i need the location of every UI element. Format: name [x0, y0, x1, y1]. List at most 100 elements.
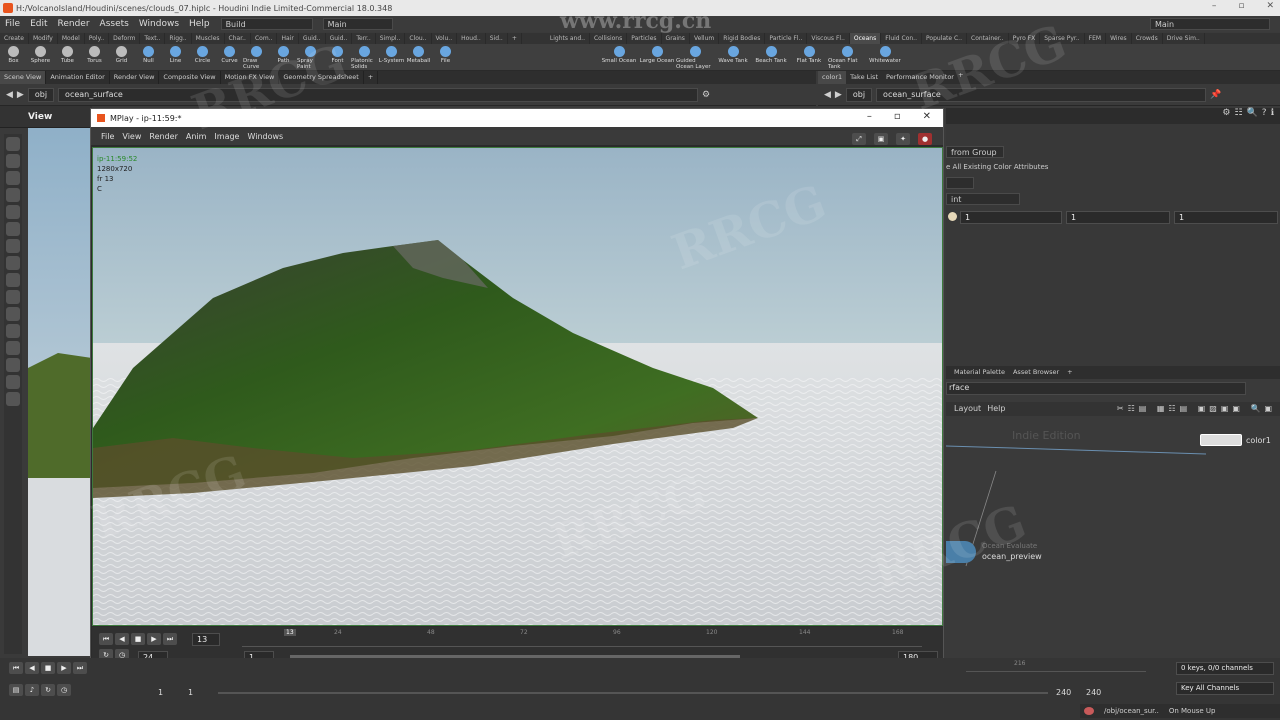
stop-icon[interactable]: ■	[41, 662, 55, 674]
main-end-frame-2[interactable]: 240	[1086, 688, 1101, 697]
tab-motion-fx-view[interactable]: Motion FX View	[221, 71, 280, 84]
color-attr-select[interactable]	[946, 177, 974, 189]
shelf-tab-crowds[interactable]: Crowds	[1132, 33, 1163, 44]
delete-color-attrs-toggle[interactable]: e All Existing Color Attributes	[946, 163, 1048, 171]
shelf-tab-char[interactable]: Char..	[225, 33, 251, 44]
maximize-button[interactable]: ▫	[1238, 1, 1244, 11]
hierarchy-icon[interactable]: ☷	[1235, 108, 1243, 124]
forward-arrow-icon[interactable]: ▶	[835, 90, 842, 100]
mplay-playhead[interactable]: 13	[284, 629, 296, 636]
tool-metaball[interactable]: Metaball	[405, 44, 432, 70]
tool-guided-ocean-layer[interactable]: Guided Ocean Layer	[676, 44, 714, 70]
lock-icon[interactable]	[6, 205, 20, 219]
magnet-icon[interactable]	[6, 222, 20, 236]
range-icon[interactable]: ▤	[9, 684, 23, 696]
shelf-tab-pyro-fx[interactable]: Pyro FX	[1009, 33, 1041, 44]
shelf-tab-populate-c[interactable]: Populate C..	[922, 33, 967, 44]
tool-torus[interactable]: Torus	[81, 44, 108, 70]
tab-take-list[interactable]: Take List	[846, 71, 882, 84]
tab-render-view[interactable]: Render View	[110, 71, 160, 84]
shelf-tab-grains[interactable]: Grains	[662, 33, 690, 44]
tab-material-palette[interactable]: Material Palette	[950, 366, 1009, 379]
play-back-icon[interactable]: ◀	[25, 662, 39, 674]
tab-performance-monitor[interactable]: Performance Monitor	[882, 71, 958, 84]
shelf-tab-simpl[interactable]: Simpl..	[376, 33, 406, 44]
shelf-tab-viscous-fl[interactable]: Viscous Fl..	[807, 33, 850, 44]
info-icon[interactable]: ℹ	[1271, 108, 1274, 124]
color-swatch-icon[interactable]	[948, 212, 957, 221]
color-r-field[interactable]: 1	[960, 211, 1062, 224]
mplay-minimize-button[interactable]: –	[867, 111, 872, 122]
shelf-tab-create[interactable]: Create	[0, 33, 29, 44]
tool-small-ocean[interactable]: Small Ocean	[600, 44, 638, 70]
snapshot-icon[interactable]: ▣	[874, 133, 888, 145]
shelf-tab-container[interactable]: Container..	[967, 33, 1009, 44]
path-root[interactable]: obj	[845, 87, 873, 102]
tab-animation-editor[interactable]: Animation Editor	[46, 71, 110, 84]
color-b-field[interactable]: 1	[1174, 211, 1278, 224]
tool-line[interactable]: Line	[162, 44, 189, 70]
close-button[interactable]: ✕	[1266, 1, 1274, 11]
shelf-tab-collisions[interactable]: Collisions	[590, 33, 628, 44]
mplay-menu-anim[interactable]: Anim	[182, 132, 211, 141]
add-tab-icon[interactable]: +	[364, 71, 379, 84]
mplay-menu-windows[interactable]: Windows	[243, 132, 287, 141]
stop-render-icon[interactable]: ●	[918, 133, 932, 145]
pose-icon[interactable]	[6, 239, 20, 253]
display-icon[interactable]	[6, 375, 20, 389]
last-frame-icon[interactable]: ⏭	[73, 662, 87, 674]
audio-icon[interactable]: ♪	[25, 684, 39, 696]
render-icon[interactable]	[6, 290, 20, 304]
menu-render[interactable]: Render	[53, 19, 95, 29]
shelf-tab-wires[interactable]: Wires	[1106, 33, 1132, 44]
menu-windows[interactable]: Windows	[134, 19, 184, 29]
path-root[interactable]: obj	[27, 87, 55, 102]
mplay-menu-file[interactable]: File	[97, 132, 118, 141]
tool-circle[interactable]: Circle	[189, 44, 216, 70]
shelf-tab-vellum[interactable]: Vellum	[690, 33, 720, 44]
tool-tube[interactable]: Tube	[54, 44, 81, 70]
help-icon[interactable]: ?	[1262, 108, 1267, 124]
shelf-tab-rigid-bodies[interactable]: Rigid Bodies	[719, 33, 766, 44]
shelf-tab-rigg[interactable]: Rigg..	[165, 33, 192, 44]
add-shelf-tab-icon[interactable]: +	[508, 33, 522, 44]
network-path[interactable]: rface	[946, 382, 1246, 395]
loop-icon[interactable]: ↻	[41, 684, 55, 696]
mplay-maximize-button[interactable]: ▫	[894, 111, 901, 122]
snap-icon[interactable]	[6, 273, 20, 287]
shelf-tab-particles[interactable]: Particles	[627, 33, 662, 44]
scene-viewport[interactable]	[28, 128, 92, 656]
main-range-slider[interactable]	[218, 692, 1048, 694]
main-start-frame[interactable]: 1	[158, 688, 163, 697]
tool-whitewater[interactable]: Whitewater	[866, 44, 904, 70]
main-frame-ruler[interactable]: 216	[966, 660, 1146, 672]
shelf-tab-fem[interactable]: FEM	[1085, 33, 1107, 44]
shelf-tab-particle-fl[interactable]: Particle Fl..	[765, 33, 808, 44]
paint-icon[interactable]	[6, 171, 20, 185]
path-node[interactable]: ocean_surface	[58, 87, 699, 102]
right-desktop-select[interactable]: Main	[1150, 18, 1270, 30]
tool-spray-paint[interactable]: Spray Paint	[297, 44, 324, 70]
tool-box[interactable]: Box	[0, 44, 27, 70]
wire-icon[interactable]	[6, 341, 20, 355]
key-all-channels-button[interactable]: Key All Channels	[1176, 682, 1274, 695]
light-icon[interactable]: ✦	[896, 133, 910, 145]
tool-curve[interactable]: Curve	[216, 44, 243, 70]
mplay-close-button[interactable]: ✕	[923, 111, 931, 122]
shelf-tab-sid[interactable]: Sid..	[486, 33, 508, 44]
main-current-frame[interactable]: 1	[188, 688, 193, 697]
tool-null[interactable]: Null	[135, 44, 162, 70]
path-node[interactable]: ocean_surface	[876, 87, 1207, 102]
back-arrow-icon[interactable]: ◀	[6, 90, 13, 100]
mplay-menu-image[interactable]: Image	[210, 132, 243, 141]
search-icon[interactable]: 🔍	[1247, 108, 1258, 124]
play-back-icon[interactable]: ◀	[115, 633, 129, 645]
shelf-tab-volu[interactable]: Volu..	[432, 33, 458, 44]
menu-help[interactable]: Help	[184, 19, 215, 29]
tool-l-system[interactable]: L-System	[378, 44, 405, 70]
play-icon[interactable]: ▶	[57, 662, 71, 674]
tool-large-ocean[interactable]: Large Ocean	[638, 44, 676, 70]
shelf-tab-model[interactable]: Model	[58, 33, 85, 44]
camera-icon[interactable]	[6, 307, 20, 321]
tab-scene-view[interactable]: Scene View	[0, 71, 47, 84]
